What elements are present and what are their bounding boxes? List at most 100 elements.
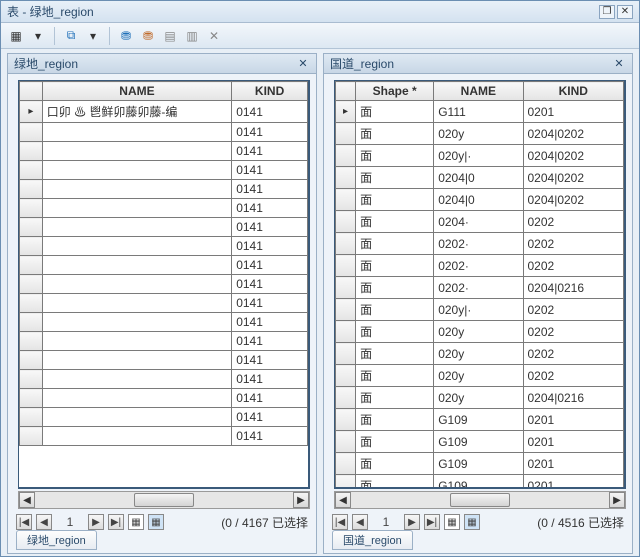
cell[interactable]: 0204· — [434, 211, 523, 233]
cell[interactable]: G109 — [434, 431, 523, 453]
row-marker[interactable] — [336, 299, 356, 321]
row-marker[interactable] — [336, 189, 356, 211]
row-marker[interactable] — [20, 161, 43, 180]
scroll-right-icon[interactable]: ▶ — [293, 492, 309, 508]
cell[interactable]: 面 — [356, 343, 434, 365]
table-row[interactable]: 面020y|·0202 — [336, 299, 624, 321]
cell[interactable]: 面 — [356, 123, 434, 145]
next-record-button[interactable]: ▶ — [404, 514, 420, 530]
row-marker[interactable] — [20, 275, 43, 294]
cell[interactable]: G109 — [434, 453, 523, 475]
cell[interactable]: 020y — [434, 321, 523, 343]
cell[interactable] — [42, 218, 231, 237]
table-row[interactable]: 面G1090201 — [336, 475, 624, 490]
cell[interactable]: 0202 — [523, 343, 624, 365]
cell[interactable]: 0204|0 — [434, 167, 523, 189]
table-row[interactable]: ▸面G1110201 — [336, 101, 624, 123]
cell[interactable]: 020y — [434, 387, 523, 409]
row-marker[interactable]: ▸ — [20, 101, 43, 123]
table-row[interactable]: 0141 — [20, 161, 308, 180]
table-row[interactable]: 0141 — [20, 142, 308, 161]
cell[interactable]: G109 — [434, 409, 523, 431]
row-marker[interactable] — [336, 167, 356, 189]
pane-close-icon[interactable]: ✕ — [612, 57, 626, 71]
cell[interactable]: 0141 — [232, 313, 308, 332]
row-marker[interactable] — [336, 475, 356, 490]
table-row[interactable]: 0141 — [20, 275, 308, 294]
cell[interactable]: 0201 — [523, 409, 624, 431]
cell[interactable]: 0201 — [523, 475, 624, 490]
table-row[interactable]: 0141 — [20, 237, 308, 256]
cell[interactable] — [42, 199, 231, 218]
row-marker[interactable] — [336, 453, 356, 475]
table-row[interactable]: 0141 — [20, 313, 308, 332]
row-marker[interactable] — [20, 332, 43, 351]
row-marker[interactable] — [336, 321, 356, 343]
cell[interactable]: 0141 — [232, 161, 308, 180]
row-selector-header[interactable] — [336, 82, 356, 101]
cell[interactable] — [42, 275, 231, 294]
table-row[interactable]: 面0204·0202 — [336, 211, 624, 233]
row-marker[interactable] — [20, 180, 43, 199]
cell[interactable] — [42, 180, 231, 199]
row-marker[interactable] — [20, 351, 43, 370]
cell[interactable] — [42, 237, 231, 256]
table-row[interactable]: 0141 — [20, 370, 308, 389]
grid-area[interactable]: Shape *NAMEKIND▸面G1110201面020y0204|0202面… — [334, 80, 626, 489]
cell[interactable]: 面 — [356, 145, 434, 167]
row-marker[interactable] — [20, 256, 43, 275]
cell[interactable]: 0141 — [232, 294, 308, 313]
first-record-button[interactable]: |◀ — [16, 514, 32, 530]
table-row[interactable]: 面G1090201 — [336, 431, 624, 453]
table-row[interactable]: 0141 — [20, 256, 308, 275]
cell[interactable] — [42, 332, 231, 351]
table-options-icon[interactable]: ▦ — [7, 27, 25, 45]
cell[interactable] — [42, 408, 231, 427]
cell[interactable]: 0202· — [434, 277, 523, 299]
cell[interactable]: 0204|0202 — [523, 189, 624, 211]
cell[interactable]: 面 — [356, 431, 434, 453]
cell[interactable]: 面 — [356, 277, 434, 299]
row-marker[interactable] — [20, 389, 43, 408]
cell[interactable] — [42, 313, 231, 332]
cell[interactable]: 0141 — [232, 389, 308, 408]
cell[interactable]: 口卯 ♨ 鬯鲜卯藤卯藤-编 — [42, 101, 231, 123]
delete-icon[interactable]: ✕ — [205, 27, 223, 45]
cell[interactable]: 0141 — [232, 237, 308, 256]
table-row[interactable]: 面G1090201 — [336, 453, 624, 475]
dropdown-icon[interactable]: ▾ — [29, 27, 47, 45]
table-row[interactable]: 0141 — [20, 427, 308, 446]
cell[interactable] — [42, 427, 231, 446]
table-row[interactable]: 0141 — [20, 123, 308, 142]
cell[interactable]: 0204|0 — [434, 189, 523, 211]
cell[interactable]: 面 — [356, 453, 434, 475]
scroll-left-icon[interactable]: ◀ — [19, 492, 35, 508]
table-row[interactable]: ▸口卯 ♨ 鬯鲜卯藤卯藤-编0141 — [20, 101, 308, 123]
cell[interactable]: G109 — [434, 475, 523, 490]
scroll-thumb[interactable] — [450, 493, 510, 507]
show-selected-button[interactable]: ▦ — [148, 514, 164, 530]
zoom-selected-icon[interactable]: ▥ — [183, 27, 201, 45]
row-selector-header[interactable] — [20, 82, 43, 101]
cell[interactable]: 0141 — [232, 123, 308, 142]
table-row[interactable]: 面020y|·0204|0202 — [336, 145, 624, 167]
table-row[interactable]: 面020y0204|0216 — [336, 387, 624, 409]
cell[interactable] — [42, 389, 231, 408]
table-row[interactable]: 面020y0204|0202 — [336, 123, 624, 145]
scroll-thumb[interactable] — [134, 493, 194, 507]
row-marker[interactable] — [336, 277, 356, 299]
column-header[interactable]: Shape * — [356, 82, 434, 101]
cell[interactable]: 0141 — [232, 427, 308, 446]
show-all-button[interactable]: ▦ — [444, 514, 460, 530]
cell[interactable]: 0201 — [523, 101, 624, 123]
row-marker[interactable] — [336, 255, 356, 277]
row-marker[interactable] — [20, 427, 43, 446]
table-row[interactable]: 0141 — [20, 199, 308, 218]
table-row[interactable]: 0141 — [20, 351, 308, 370]
cell[interactable]: 0141 — [232, 199, 308, 218]
cell[interactable]: 0141 — [232, 275, 308, 294]
last-record-button[interactable]: ▶| — [424, 514, 440, 530]
cell[interactable]: 面 — [356, 365, 434, 387]
cell[interactable]: 面 — [356, 387, 434, 409]
row-marker[interactable] — [20, 408, 43, 427]
